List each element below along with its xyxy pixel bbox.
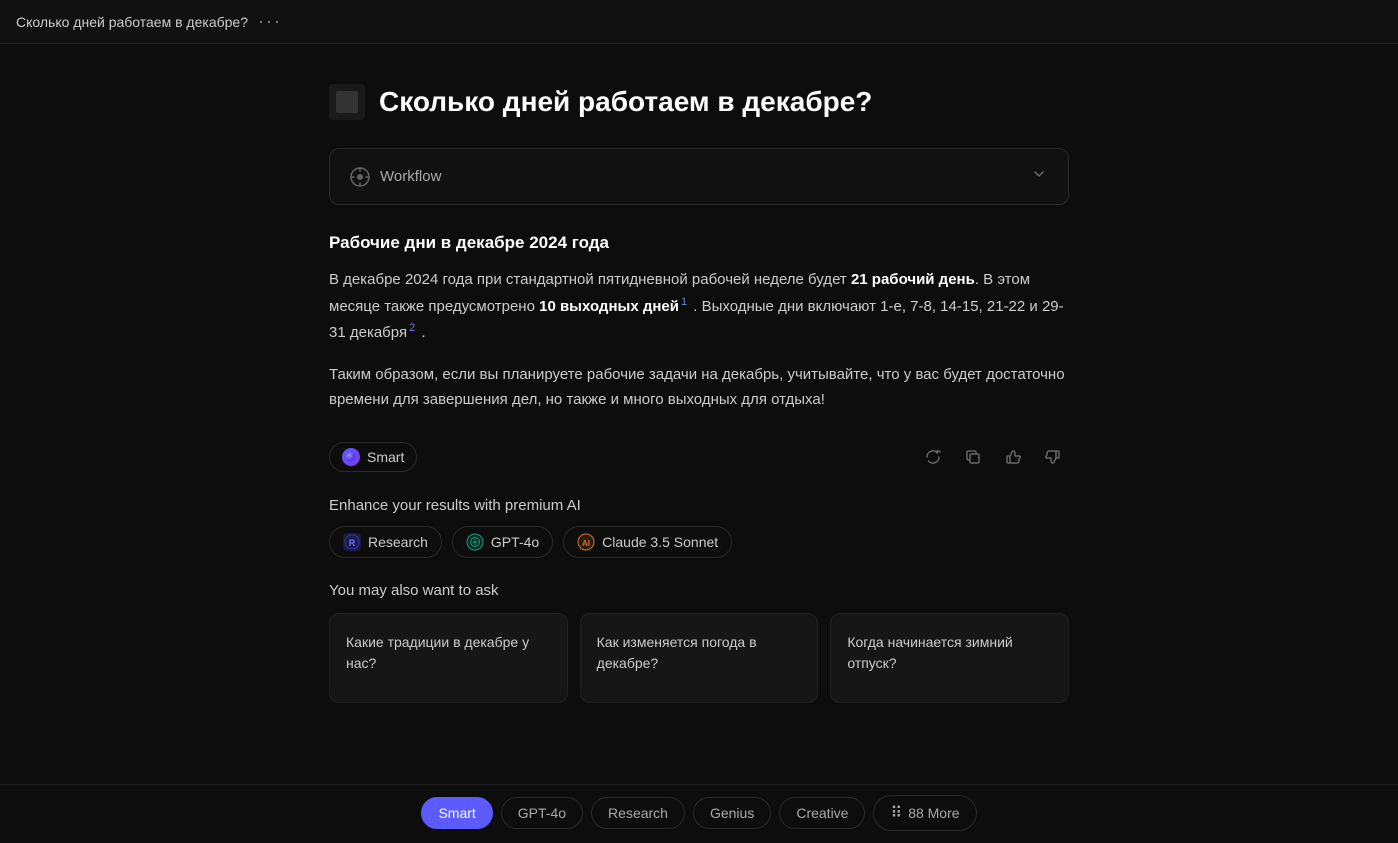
answer-section: Рабочие дни в декабре 2024 года В декабр… — [329, 233, 1069, 413]
topbar-more-button[interactable]: ··· — [258, 11, 282, 32]
tab-more-label: 88 More — [908, 805, 959, 821]
research-chip-icon: R — [343, 533, 361, 551]
more-dots-icon: ⠿ — [890, 803, 902, 823]
gpt4o-chip-icon — [466, 533, 484, 551]
para1-pre: В декабре 2024 года при стандартной пяти… — [329, 271, 851, 288]
suggestions-grid: Какие традиции в декабре у нас? Как изме… — [329, 613, 1069, 703]
footnote-2[interactable]: 2 — [409, 322, 415, 334]
smart-badge-icon — [342, 448, 360, 466]
copy-button[interactable] — [957, 441, 989, 473]
para1-bold1: 21 рабочий день — [851, 271, 975, 288]
chip-gpt4o-label: GPT-4o — [491, 534, 539, 550]
workflow-icon — [350, 167, 370, 187]
suggestion-text-1: Какие традиции в декабре у нас? — [346, 632, 551, 674]
suggestion-card-3[interactable]: Когда начинается зимний отпуск? — [830, 613, 1069, 703]
top-bar: Сколько дней работаем в декабре? ··· — [0, 0, 1398, 44]
para1-end: . — [417, 324, 425, 341]
refresh-button[interactable] — [917, 441, 949, 473]
enhance-chips: R Research GPT-4o — [329, 526, 1069, 558]
answer-heading: Рабочие дни в декабре 2024 года — [329, 233, 1069, 253]
smart-badge-button[interactable]: Smart — [329, 442, 417, 472]
enhance-title: Enhance your results with premium AI — [329, 497, 1069, 514]
topbar-title: Сколько дней работаем в декабре? — [16, 14, 248, 30]
enhance-section: Enhance your results with premium AI R R… — [329, 497, 1069, 558]
tab-gpt4o[interactable]: GPT-4o — [501, 797, 583, 829]
suggestions-title: You may also want to ask — [329, 582, 1069, 599]
suggestion-text-3: Когда начинается зимний отпуск? — [847, 632, 1052, 674]
tab-genius[interactable]: Genius — [693, 797, 771, 829]
question-header: Сколько дней работаем в декабре? — [329, 84, 1069, 120]
chip-claude-label: Claude 3.5 Sonnet — [602, 534, 718, 550]
main-content: Сколько дней работаем в декабре? Workflo… — [309, 44, 1089, 843]
smart-badge-label: Smart — [367, 449, 404, 465]
suggestions-section: You may also want to ask Какие традиции … — [329, 582, 1069, 703]
svg-text:AI: AI — [582, 539, 590, 548]
workflow-label: Workflow — [380, 168, 441, 185]
answer-paragraph2: Таким образом, если вы планируете рабочи… — [329, 362, 1069, 413]
answer-paragraph1: В декабре 2024 года при стандартной пяти… — [329, 267, 1069, 346]
question-title: Сколько дней работаем в декабре? — [379, 84, 872, 120]
chip-claude[interactable]: AI Claude 3.5 Sonnet — [563, 526, 732, 558]
workflow-left: Workflow — [350, 167, 441, 187]
svg-text:R: R — [349, 538, 356, 548]
response-footer: Smart — [329, 441, 1069, 473]
tab-smart[interactable]: Smart — [421, 797, 492, 829]
question-icon-inner — [336, 91, 358, 113]
para1-bold2: 10 выходных дней — [539, 298, 679, 315]
thumbsup-button[interactable] — [997, 441, 1029, 473]
chip-gpt4o[interactable]: GPT-4o — [452, 526, 553, 558]
tab-more[interactable]: ⠿ 88 More — [873, 795, 976, 831]
action-icons — [917, 441, 1069, 473]
question-icon — [329, 84, 365, 120]
claude-chip-icon: AI — [577, 533, 595, 551]
chip-research[interactable]: R Research — [329, 526, 442, 558]
chip-research-label: Research — [368, 534, 428, 550]
suggestion-card-2[interactable]: Как изменяется погода в декабре? — [580, 613, 819, 703]
bottom-tabs: Smart GPT-4o Research Genius Creative ⠿ … — [0, 784, 1398, 840]
suggestion-text-2: Как изменяется погода в декабре? — [597, 632, 802, 674]
tab-research[interactable]: Research — [591, 797, 685, 829]
suggestion-card-1[interactable]: Какие традиции в декабре у нас? — [329, 613, 568, 703]
workflow-box[interactable]: Workflow — [329, 148, 1069, 205]
tab-creative[interactable]: Creative — [779, 797, 865, 829]
thumbsdown-button[interactable] — [1037, 441, 1069, 473]
workflow-chevron-icon — [1030, 165, 1048, 188]
footnote-1[interactable]: 1 — [681, 296, 687, 308]
